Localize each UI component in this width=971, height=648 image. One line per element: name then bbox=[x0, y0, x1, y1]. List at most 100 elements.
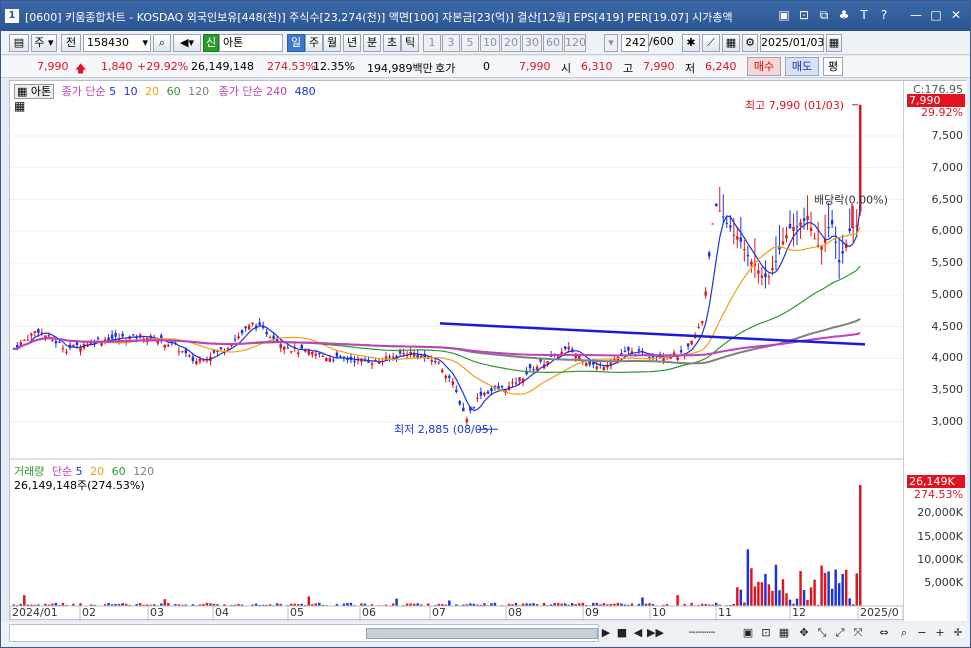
eval-button[interactable]: 평 bbox=[823, 57, 843, 76]
candle-body bbox=[535, 366, 539, 371]
gear-icon[interactable]: ⚙ bbox=[742, 34, 758, 52]
interval-2-button[interactable]: 월 bbox=[323, 34, 341, 52]
help-icon[interactable]: ? bbox=[876, 7, 892, 23]
disk-icon[interactable]: ▦ bbox=[722, 34, 740, 52]
minute-120-button[interactable]: 120 bbox=[564, 34, 586, 52]
candle-body bbox=[476, 397, 479, 399]
indicator-icon[interactable]: ✱ bbox=[682, 34, 700, 52]
ruler-icon[interactable]: ┄┄┄┄ bbox=[669, 626, 735, 640]
settings-icon[interactable]: ♣ bbox=[836, 7, 852, 23]
box-icon[interactable]: ▣ bbox=[741, 626, 755, 640]
candle-body bbox=[110, 334, 114, 339]
interval-4-button[interactable]: 분 bbox=[363, 34, 381, 52]
chart-area[interactable]: ▦ 아톤 종가 단순 5 10 20 60 120 종가 단순 240 480 … bbox=[9, 80, 967, 621]
search-icon[interactable]: ⌕ bbox=[153, 34, 171, 52]
toolbar-main: ▤ 주 ▾ 전 158430 ▾ ⌕ ◀▾ 신 아톤 일주월년분초틱 1 3 5 10 2… bbox=[1, 31, 970, 55]
candle-body bbox=[434, 361, 437, 363]
candle-body bbox=[528, 364, 532, 369]
high-annotation: 최고 7,990 (01/03) bbox=[745, 99, 844, 112]
volume-bar bbox=[844, 569, 848, 606]
candle-body bbox=[490, 388, 493, 392]
minute-1-button[interactable]: 1 bbox=[423, 34, 441, 52]
sell-button[interactable]: 매도 bbox=[785, 57, 819, 76]
x-axis-label: 09 bbox=[585, 606, 599, 619]
layout-icon[interactable]: ▤ bbox=[9, 34, 29, 52]
hoga-label: 호가 bbox=[435, 62, 456, 75]
minute-3-button[interactable]: 3 bbox=[442, 34, 460, 52]
scroll-track[interactable] bbox=[9, 624, 599, 642]
stop-icon[interactable]: ■ bbox=[615, 626, 629, 640]
scope-select[interactable]: 전 bbox=[61, 34, 81, 52]
interval-5-button[interactable]: 초 bbox=[383, 34, 401, 52]
fast-forward-icon[interactable]: ▶▶ bbox=[647, 626, 664, 640]
price-tick: 7,000 bbox=[931, 160, 964, 174]
maximize-icon[interactable]: □ bbox=[928, 7, 944, 23]
price-tick: 3,500 bbox=[931, 383, 964, 397]
period-select[interactable]: 주 ▾ bbox=[31, 34, 57, 52]
candle-body bbox=[244, 326, 247, 329]
minute-20-button[interactable]: 20 bbox=[501, 34, 521, 52]
link-icon[interactable]: ⊡ bbox=[796, 7, 812, 23]
price-tick: 5,500 bbox=[931, 256, 964, 270]
interval-6-button[interactable]: 틱 bbox=[401, 34, 419, 52]
text-icon[interactable]: T bbox=[856, 7, 872, 23]
candle-body bbox=[518, 377, 521, 382]
candle-body bbox=[416, 355, 419, 358]
date-input[interactable]: 2025/01/03 bbox=[760, 34, 824, 52]
candle-body bbox=[718, 210, 721, 212]
stock-code-input[interactable]: 158430 ▾ bbox=[83, 34, 151, 52]
dropdown-icon[interactable]: ▾ bbox=[604, 34, 618, 52]
interval-1-button[interactable]: 주 bbox=[305, 34, 323, 52]
interval-0-button[interactable]: 일 bbox=[287, 34, 305, 52]
play-icon[interactable]: ▶ bbox=[599, 626, 613, 640]
cross-arrow-icon[interactable]: ✥ bbox=[797, 626, 811, 640]
minimize-icon[interactable]: — bbox=[908, 7, 924, 23]
volume-bar bbox=[163, 599, 167, 606]
price-chart-svg[interactable]: 최고 7,990 (01/03)최저 2,885 (08/05)배당락(0.00… bbox=[10, 81, 903, 621]
volume-bar bbox=[736, 587, 739, 606]
save-icon[interactable]: ▣ bbox=[776, 7, 792, 23]
candle-body bbox=[388, 356, 391, 358]
candle-body bbox=[258, 322, 261, 326]
volume-bar bbox=[746, 549, 750, 606]
crosshair-icon[interactable]: ✛ bbox=[951, 626, 965, 640]
candle-body bbox=[820, 246, 823, 250]
stock-name-field[interactable]: 아톤 bbox=[219, 34, 283, 52]
high-label: 고 bbox=[623, 62, 634, 75]
candle-body bbox=[286, 347, 289, 349]
volume-bar bbox=[859, 484, 862, 606]
fit-icon[interactable]: ⤧ bbox=[851, 626, 865, 640]
buy-button[interactable]: 매수 bbox=[747, 57, 781, 76]
expand-arrow-icon[interactable]: ⤡ bbox=[815, 626, 829, 640]
calendar-icon[interactable]: ▦ bbox=[826, 34, 842, 52]
candle-body bbox=[412, 353, 416, 357]
shrink-arrow-icon[interactable]: ⤢ bbox=[833, 626, 847, 640]
plus-icon[interactable]: + bbox=[933, 626, 947, 640]
count-input[interactable]: 242 bbox=[621, 34, 649, 52]
minus-icon[interactable]: − bbox=[915, 626, 929, 640]
candle-body bbox=[602, 366, 606, 371]
x-axis-label: 06 bbox=[362, 606, 376, 619]
frame-icon[interactable]: ⊡ bbox=[759, 626, 773, 640]
volume-bar bbox=[23, 595, 26, 606]
interval-3-button[interactable]: 년 bbox=[343, 34, 361, 52]
scroll-thumb[interactable] bbox=[366, 628, 598, 639]
rewind-icon[interactable]: ◀ bbox=[631, 626, 645, 640]
candle-body bbox=[184, 349, 188, 354]
zoom-icon[interactable]: ⌕ bbox=[897, 626, 911, 640]
candle-body bbox=[627, 346, 630, 351]
draw-icon[interactable]: ⟋ bbox=[702, 34, 720, 52]
volume-bar bbox=[841, 573, 844, 606]
minute-60-button[interactable]: 60 bbox=[543, 34, 563, 52]
sound-icon[interactable]: ◀▾ bbox=[173, 34, 201, 52]
candle-body bbox=[746, 254, 750, 257]
pan-icon[interactable]: ⇔ bbox=[877, 626, 891, 640]
grid-view-icon[interactable]: ▦ bbox=[777, 626, 791, 640]
close-icon[interactable]: ✕ bbox=[948, 7, 964, 23]
minute-30-button[interactable]: 30 bbox=[522, 34, 542, 52]
minute-10-button[interactable]: 10 bbox=[480, 34, 500, 52]
candle-body bbox=[444, 375, 448, 379]
minute-5-button[interactable]: 5 bbox=[461, 34, 479, 52]
copy-icon[interactable]: ⧉ bbox=[816, 7, 832, 23]
candle-body bbox=[722, 216, 725, 218]
